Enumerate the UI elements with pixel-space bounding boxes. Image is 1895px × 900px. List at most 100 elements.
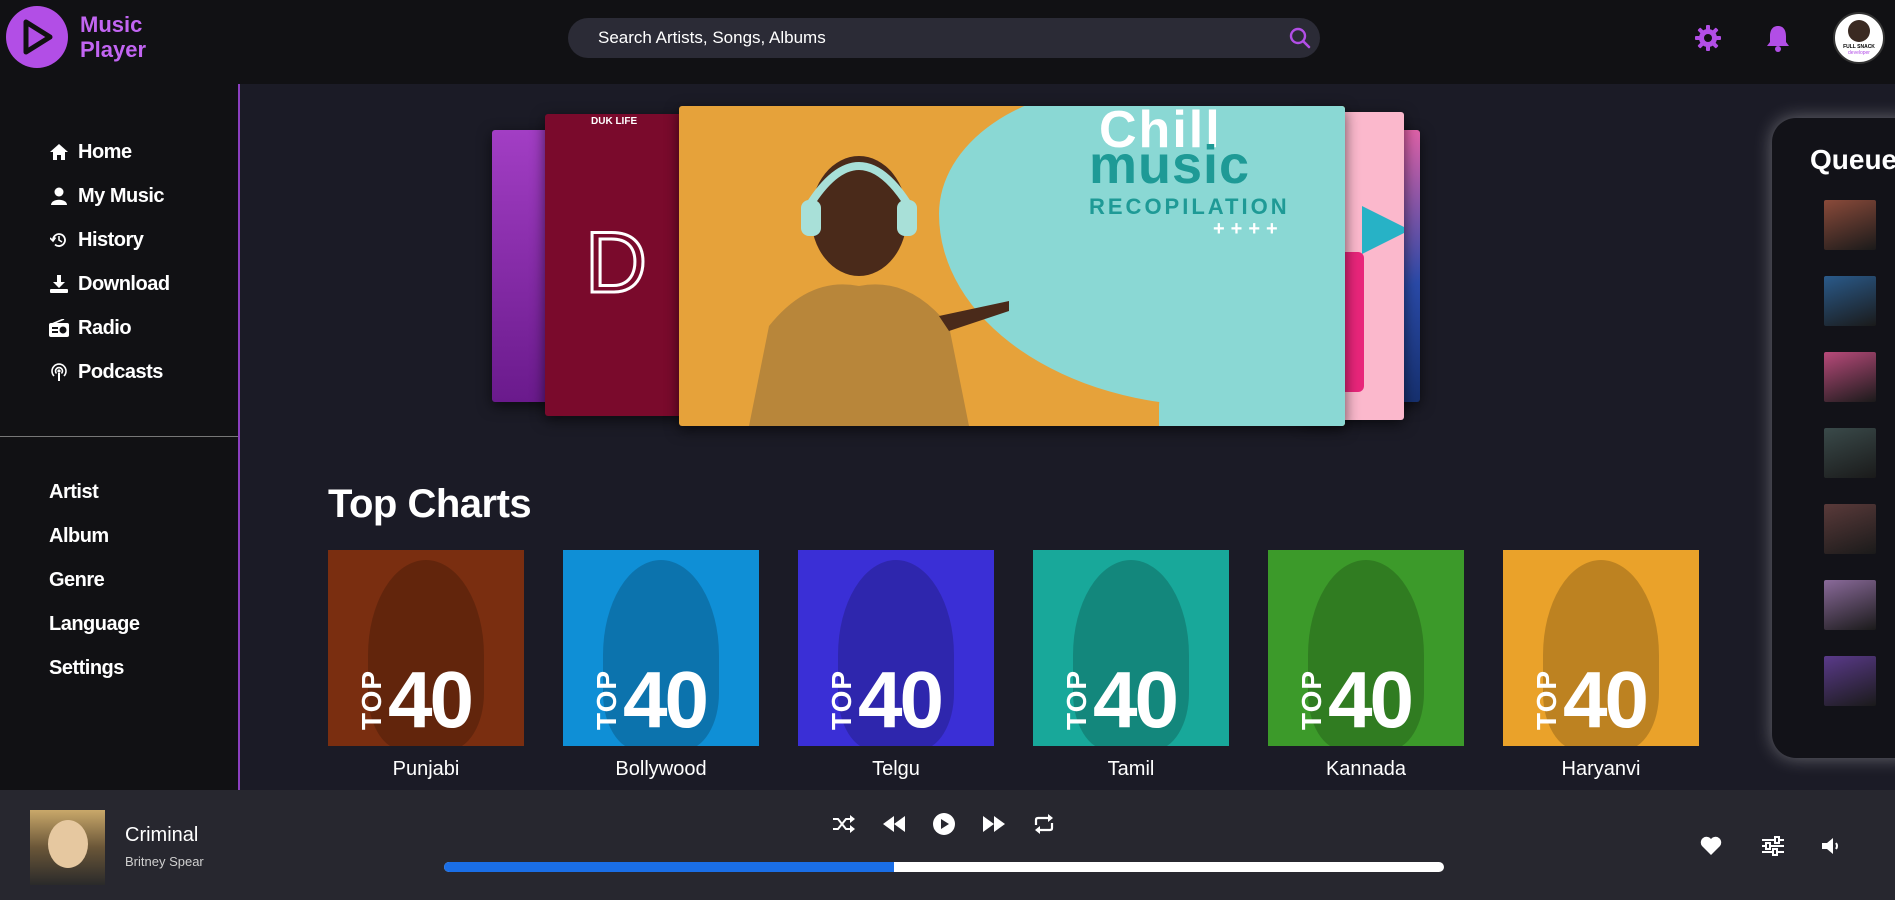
search-input[interactable]	[568, 28, 1280, 48]
chart-label: Bollywood	[615, 758, 707, 780]
play-logo-icon	[6, 6, 68, 68]
shuffle-icon[interactable]	[832, 812, 856, 836]
volume-icon[interactable]	[1822, 836, 1844, 861]
chart-card-kannada[interactable]: TOP 40 Kannada	[1268, 550, 1464, 781]
sidebar-item-label: Artist	[49, 480, 99, 503]
progress-fill	[444, 862, 894, 872]
chart-number: 40	[858, 655, 944, 744]
home-icon	[49, 142, 69, 162]
gear-icon[interactable]	[1694, 24, 1722, 57]
sidebar-item-label: Album	[49, 524, 109, 547]
sidebar-main-nav: Home My Music History Download Radio Pod…	[49, 130, 170, 394]
chart-top-label: TOP	[826, 669, 857, 730]
history-icon	[49, 230, 69, 250]
avatar-text-2: developer	[1848, 50, 1870, 56]
sidebar-item-label: Home	[78, 140, 132, 163]
user-icon	[49, 186, 69, 206]
chart-cover: TOP 40	[1268, 550, 1464, 746]
chart-cover: TOP 40	[1033, 550, 1229, 746]
sidebar-item-label: Download	[78, 272, 170, 295]
fast-forward-icon[interactable]	[982, 812, 1006, 836]
sidebar-item-label: Radio	[78, 316, 132, 339]
now-playing-artist: Britney Spear	[125, 854, 204, 869]
sidebar-item-label: Genre	[49, 568, 105, 591]
chart-number: 40	[388, 655, 474, 744]
chart-card-bollywood[interactable]: TOP 40 Bollywood	[563, 550, 759, 781]
carousel-card-letter: D	[583, 214, 648, 313]
sidebar-item-history[interactable]: History	[49, 218, 170, 262]
sidebar-item-podcasts[interactable]: Podcasts	[49, 350, 170, 394]
sidebar-item-genre[interactable]: Genre	[49, 558, 139, 602]
carousel-card-title: DUK LIFE	[591, 116, 638, 127]
queue-item-thumbnail[interactable]	[1824, 504, 1876, 554]
sidebar-item-settings[interactable]: Settings	[49, 646, 139, 690]
app-logo[interactable]: Music Player	[6, 6, 146, 68]
top-charts-title: Top Charts	[328, 482, 532, 526]
cover-face	[48, 820, 88, 868]
sidebar-item-download[interactable]: Download	[49, 262, 170, 306]
chart-number: 40	[1563, 655, 1649, 744]
featured-subtitle: RECOPILATION	[1089, 194, 1290, 219]
featured-carousel: DUK LIFE D Chill music RECOPILATION ++++	[242, 84, 1895, 444]
podcast-icon	[49, 362, 69, 382]
queue-item-thumbnail[interactable]	[1824, 276, 1876, 326]
queue-item-thumbnail[interactable]	[1824, 200, 1876, 250]
chart-top-label: TOP	[356, 669, 387, 730]
bell-icon[interactable]	[1765, 24, 1791, 57]
heart-icon[interactable]	[1700, 836, 1722, 861]
sidebar-item-my-music[interactable]: My Music	[49, 174, 170, 218]
carousel-card[interactable]	[492, 130, 552, 402]
avatar[interactable]: FULL SNACK developer	[1833, 12, 1885, 64]
chart-card-haryanvi[interactable]: TOP 40 Haryanvi	[1503, 550, 1699, 781]
radio-icon	[49, 318, 69, 338]
sidebar-item-album[interactable]: Album	[49, 514, 139, 558]
chart-number: 40	[1328, 655, 1414, 744]
chart-card-telgu[interactable]: TOP 40 Telgu	[798, 550, 994, 781]
chart-card-punjabi[interactable]: TOP 40 Punjabi	[328, 550, 524, 781]
carousel-featured-card[interactable]: Chill music RECOPILATION ++++	[679, 106, 1345, 426]
now-playing-cover[interactable]	[30, 810, 105, 885]
sidebar-item-artist[interactable]: Artist	[49, 470, 139, 514]
sidebar-item-home[interactable]: Home	[49, 130, 170, 174]
queue-item-thumbnail[interactable]	[1824, 428, 1876, 478]
app-title: Music Player	[80, 12, 146, 62]
queue-item-thumbnail[interactable]	[1824, 352, 1876, 402]
avatar-face	[1848, 20, 1870, 42]
top-bar: Music Player FULL SNACK developer	[0, 0, 1895, 84]
sidebar-item-label: Language	[49, 612, 140, 635]
chart-label: Telgu	[872, 758, 920, 780]
sidebar-item-label: Settings	[49, 656, 124, 679]
man-with-headphones-image	[749, 156, 1009, 426]
queue-list	[1824, 200, 1876, 732]
queue-item-thumbnail[interactable]	[1824, 580, 1876, 630]
play-button[interactable]	[932, 812, 956, 836]
sidebar: Home My Music History Download Radio Pod…	[0, 84, 240, 790]
search-icon[interactable]	[1280, 18, 1320, 58]
sidebar-item-label: Podcasts	[78, 360, 163, 383]
top-charts-list: TOP 40 Punjabi TOP 40 Bollywood TOP 40 T…	[328, 550, 1738, 781]
carousel-card[interactable]: DUK LIFE D	[545, 114, 685, 416]
rewind-icon[interactable]	[882, 812, 906, 836]
sidebar-item-radio[interactable]: Radio	[49, 306, 170, 350]
chart-label: Kannada	[1325, 758, 1407, 780]
download-icon	[49, 274, 69, 294]
chart-top-label: TOP	[1296, 669, 1327, 730]
queue-item-thumbnail[interactable]	[1824, 656, 1876, 706]
chart-top-label: TOP	[591, 669, 622, 730]
chart-label: Tamil	[1107, 758, 1155, 780]
logo-line-1: Music	[80, 12, 143, 37]
queue-title: Queue	[1810, 144, 1895, 175]
search-bar	[568, 18, 1320, 58]
chart-card-tamil[interactable]: TOP 40 Tamil	[1033, 550, 1229, 781]
chart-cover: TOP 40	[798, 550, 994, 746]
equalizer-icon[interactable]	[1762, 836, 1784, 861]
repeat-icon[interactable]	[1032, 812, 1056, 836]
progress-bar[interactable]	[444, 862, 1444, 872]
logo-line-2: Player	[80, 37, 147, 62]
chart-number: 40	[1093, 655, 1179, 744]
chart-cover: TOP 40	[328, 550, 524, 746]
sidebar-item-label: My Music	[78, 184, 165, 207]
sidebar-divider	[0, 436, 238, 437]
sidebar-item-language[interactable]: Language	[49, 602, 140, 646]
chart-cover: TOP 40	[1503, 550, 1699, 746]
